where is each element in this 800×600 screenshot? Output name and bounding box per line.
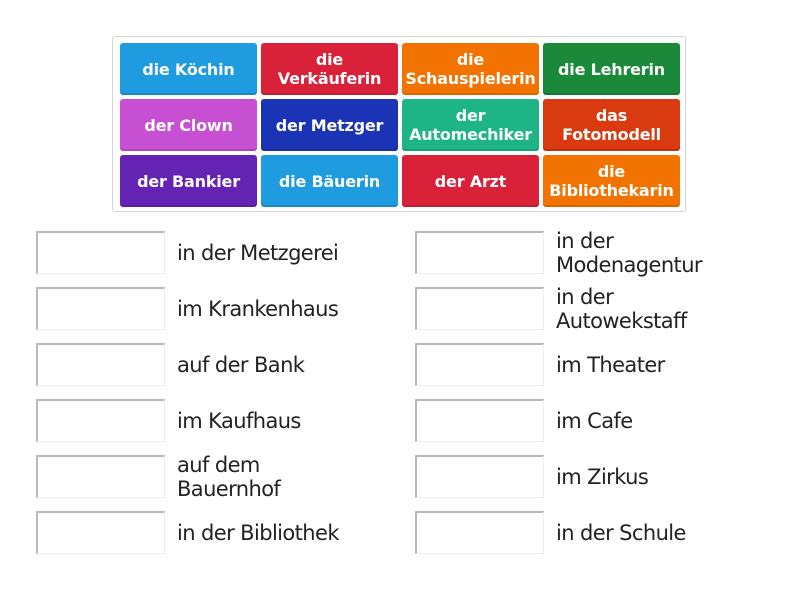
tile[interactable]: die Verkäuferin	[261, 43, 398, 95]
drop-zone[interactable]	[36, 231, 165, 274]
target-label: in der Autowekstaff	[556, 285, 687, 333]
target-label: in der Schule	[556, 521, 686, 545]
target-label: im Kaufhaus	[177, 409, 301, 433]
drop-zone[interactable]	[36, 399, 165, 442]
tile[interactable]: die Köchin	[120, 43, 257, 95]
target-label: in der Modenagentur	[556, 229, 703, 277]
tile[interactable]: die Schauspielerin	[402, 43, 539, 95]
tile[interactable]: der Bankier	[120, 155, 257, 207]
tile[interactable]: die Bäuerin	[261, 155, 398, 207]
drop-zone[interactable]	[415, 343, 544, 386]
tile[interactable]: die Bibliothekarin	[543, 155, 680, 207]
tile[interactable]: der Arzt	[402, 155, 539, 207]
target-label: im Theater	[556, 353, 665, 377]
drop-zone[interactable]	[36, 511, 165, 554]
drop-zone[interactable]	[415, 455, 544, 498]
drop-zone[interactable]	[415, 511, 544, 554]
target-label: im Krankenhaus	[177, 297, 339, 321]
tile[interactable]: der Metzger	[261, 99, 398, 151]
tile-tray: die Köchin die Verkäuferin die Schauspie…	[112, 36, 686, 212]
target-label: im Zirkus	[556, 465, 649, 489]
target-label: in der Metzgerei	[177, 241, 339, 265]
target-label: auf der Bank	[177, 353, 305, 377]
drop-zone[interactable]	[36, 455, 165, 498]
target-label: in der Bibliothek	[177, 521, 340, 545]
drop-zone[interactable]	[415, 231, 544, 274]
tile[interactable]: der Clown	[120, 99, 257, 151]
tile[interactable]: das Fotomodell	[543, 99, 680, 151]
target-label: im Cafe	[556, 409, 633, 433]
target-label: auf dem Bauernhof	[177, 453, 281, 501]
drop-zone[interactable]	[36, 343, 165, 386]
drop-zone[interactable]	[415, 399, 544, 442]
drop-zone[interactable]	[36, 287, 165, 330]
tile[interactable]: die Lehrerin	[543, 43, 680, 95]
tile[interactable]: der Automechiker	[402, 99, 539, 151]
drop-zone[interactable]	[415, 287, 544, 330]
